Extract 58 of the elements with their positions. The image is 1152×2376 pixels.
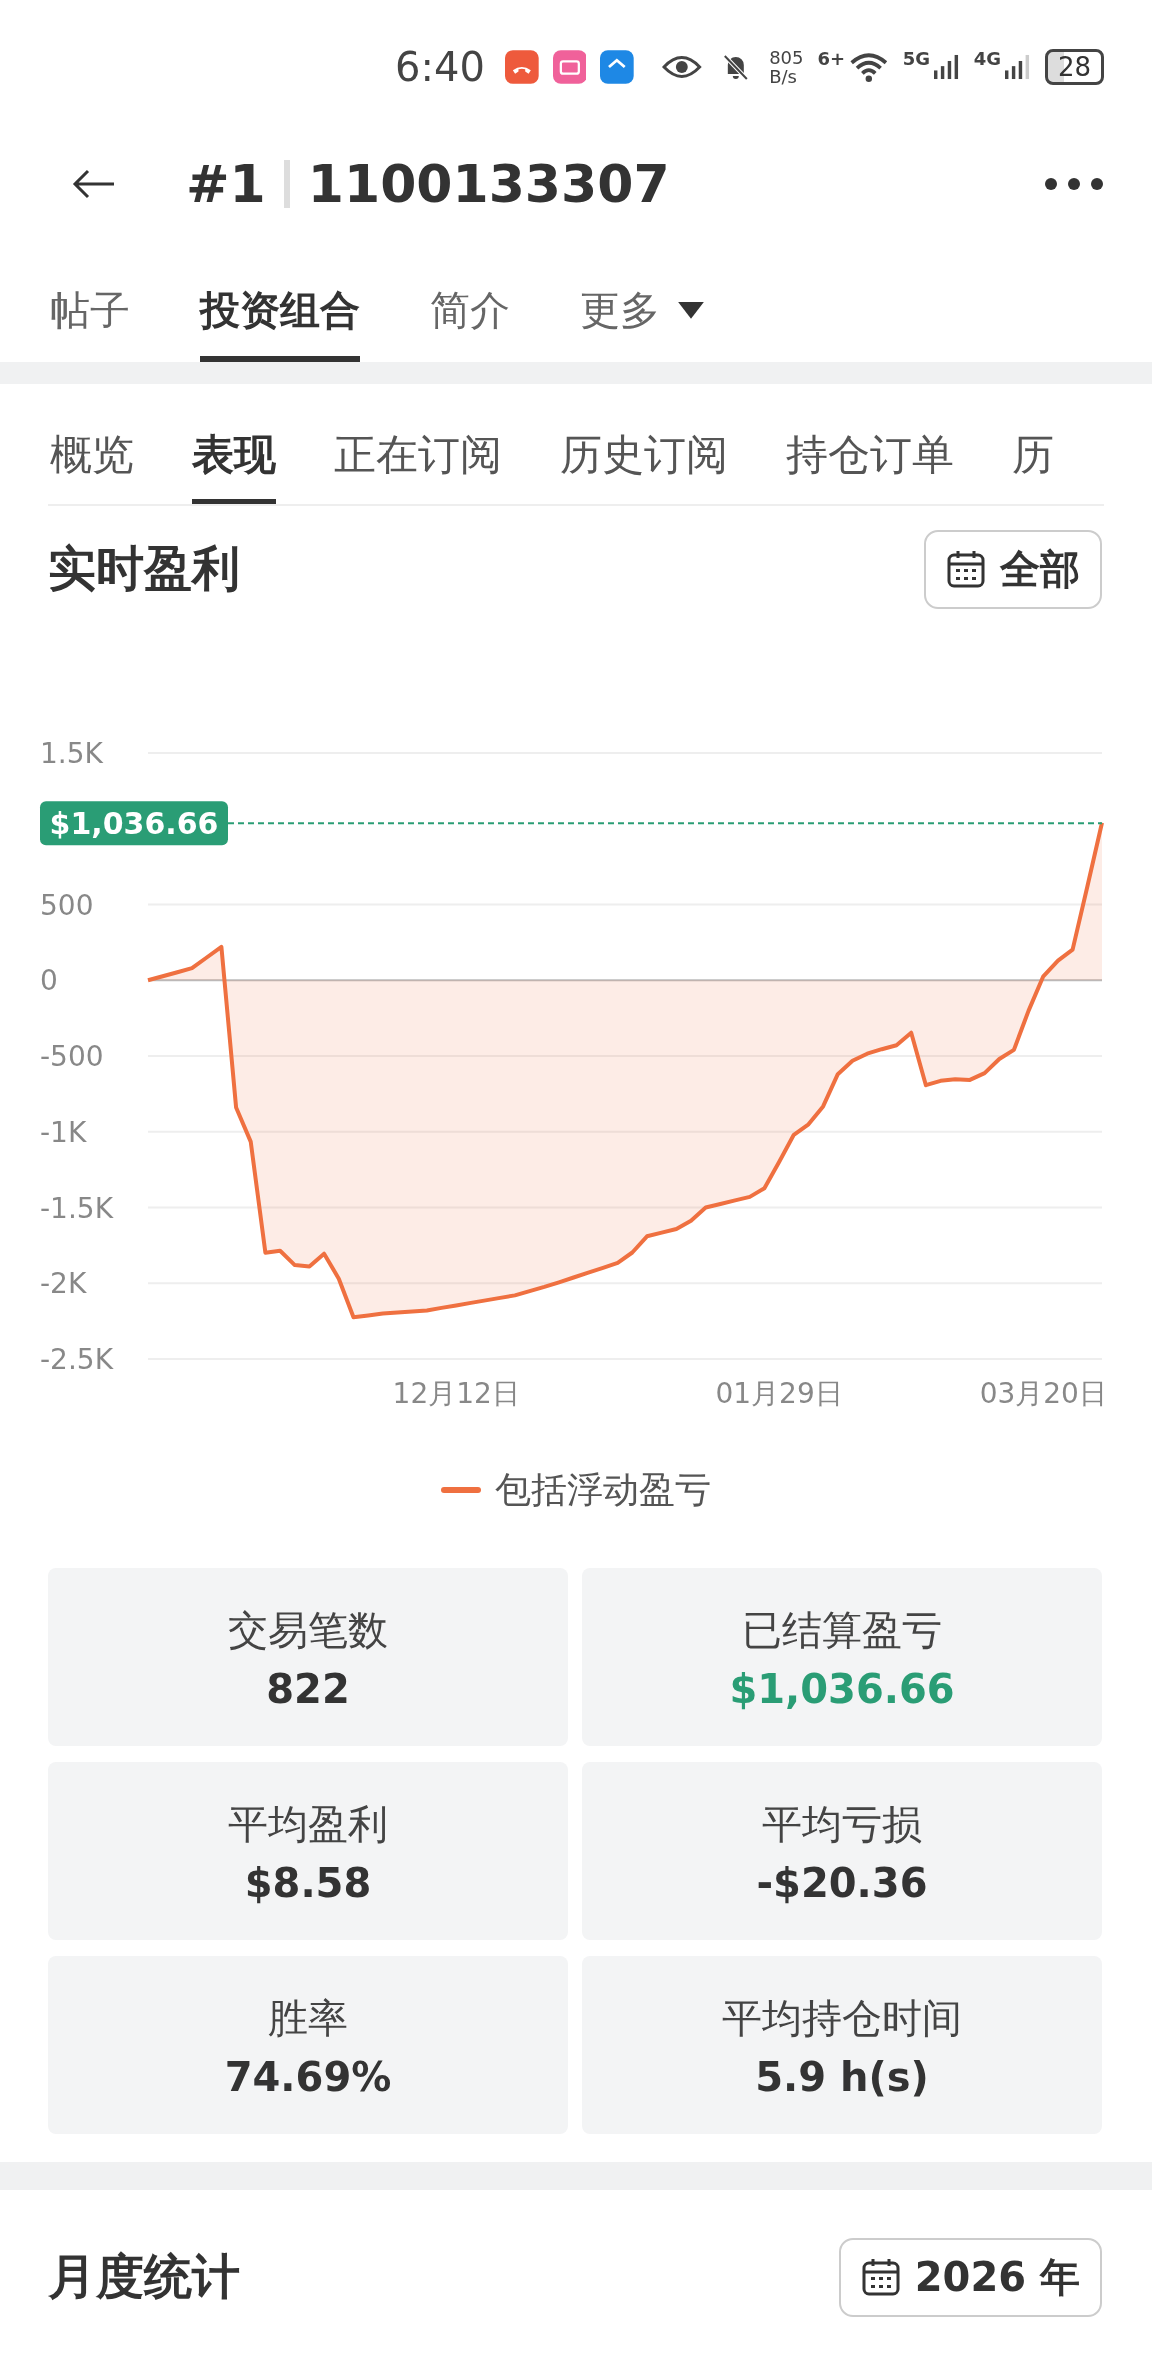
rank-label: #1	[186, 154, 266, 214]
network-speed: 805	[769, 48, 804, 67]
axis-label: 1.5K	[40, 737, 103, 770]
section-title: 月度统计	[48, 2247, 240, 2306]
axis-label: -1K	[40, 1115, 87, 1149]
section-title: 实时盈利	[48, 539, 240, 598]
phone-app-icon	[504, 50, 539, 84]
tab[interactable]: 简介	[430, 283, 510, 362]
network-speed-unit: B/s	[769, 67, 798, 86]
legend-swatch	[441, 1487, 481, 1493]
signal-icon	[1005, 54, 1031, 80]
sub-tab[interactable]: 历史订阅	[560, 427, 728, 504]
back-icon[interactable]	[72, 169, 116, 199]
clock-time: 6:40	[395, 44, 485, 90]
stat-label: 平均持仓时间	[722, 1993, 962, 2043]
calendar-icon	[860, 2257, 901, 2297]
stat-value: 5.9 h(s)	[755, 2053, 929, 2100]
axis-label: 500	[40, 888, 94, 922]
date-range-button[interactable]: 全部	[924, 529, 1102, 609]
sub-tab[interactable]: 概览	[50, 427, 134, 504]
battery-level: 28	[1044, 49, 1104, 85]
axis-label: 0	[40, 964, 58, 998]
stat-value: $8.58	[244, 1859, 372, 1906]
network-type: 5G	[902, 48, 931, 69]
axis-label: -500	[40, 1040, 104, 1073]
calendar-icon	[946, 549, 986, 589]
stat-value: 822	[266, 1665, 350, 1712]
wifi-icon	[849, 52, 889, 82]
axis-label: 03月20日	[979, 1377, 1107, 1410]
signal-icon	[934, 54, 960, 80]
stat-label: 交易笔数	[228, 1605, 388, 1655]
stat-label: 胜率	[268, 1993, 348, 2043]
axis-label: -2.5K	[40, 1343, 113, 1376]
axis-label: 12月12日	[392, 1377, 520, 1410]
axis-label: 01月29日	[715, 1377, 843, 1410]
sub-tab[interactable]: 正在订阅	[334, 427, 502, 504]
account-number: 1100133307	[307, 154, 670, 214]
year-button[interactable]: 2026 年	[838, 2237, 1102, 2317]
axis-label: -1.5K	[40, 1191, 113, 1225]
value-badge: $1,036.66	[40, 801, 228, 846]
stat-label: 已结算盈亏	[742, 1605, 942, 1655]
stat-value: 74.69%	[224, 2053, 392, 2100]
network-type: 4G	[973, 48, 1002, 69]
tab[interactable]: 帖子	[50, 283, 130, 362]
axis-label: -2K	[40, 1267, 87, 1301]
more-icon[interactable]	[1044, 177, 1104, 191]
sub-tab[interactable]: 表现	[192, 427, 276, 504]
wifi-label: 6+	[817, 48, 846, 69]
sub-tab[interactable]: 持仓订单	[786, 427, 954, 504]
tab[interactable]: 更多	[580, 283, 704, 362]
stat-value: $1,036.66	[729, 1665, 955, 1712]
stat-label: 平均盈利	[228, 1799, 388, 1849]
stat-label: 平均亏损	[762, 1799, 922, 1849]
ref-line-label: $1,036.66	[49, 806, 219, 842]
legend-label: 包括浮动盈亏	[495, 1467, 711, 1512]
sub-tab[interactable]: 历	[1012, 427, 1054, 504]
stat-value: -$20.36	[756, 1859, 928, 1906]
tv-app-icon	[552, 50, 587, 84]
